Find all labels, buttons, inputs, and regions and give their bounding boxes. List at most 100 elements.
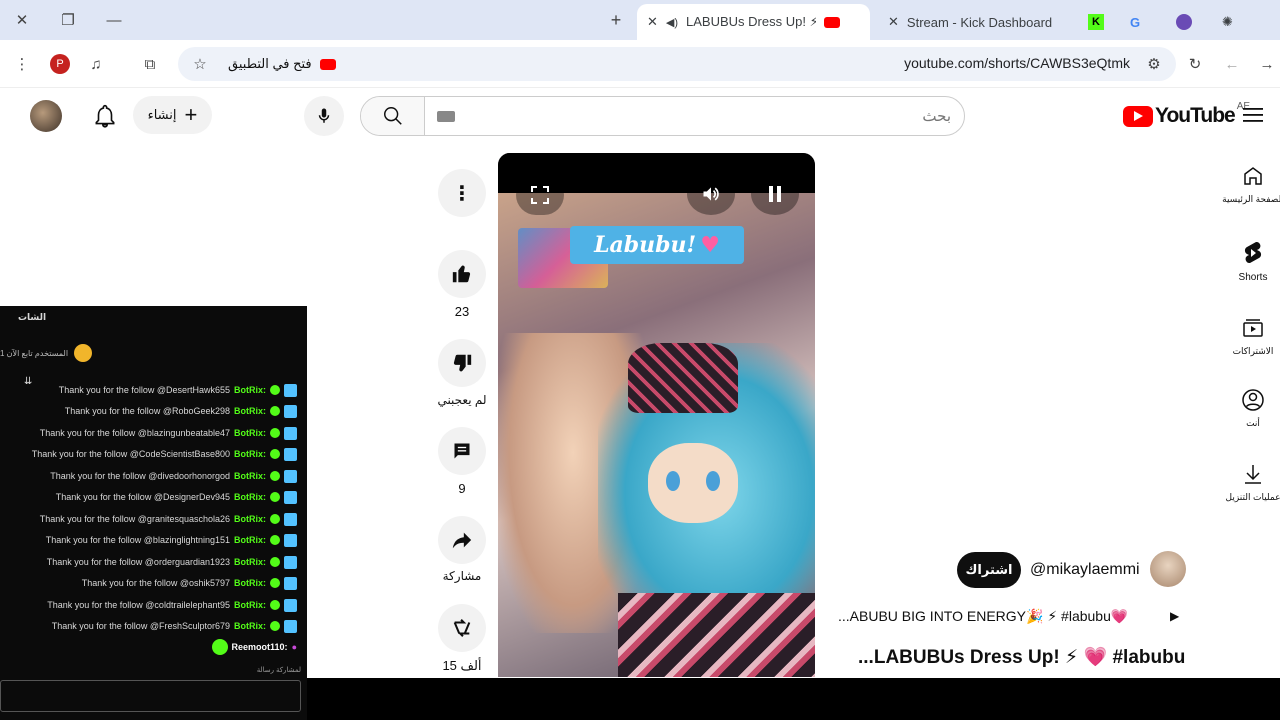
close-tab-icon[interactable]: ✕	[647, 14, 658, 30]
close-tab-icon[interactable]: ✕	[888, 14, 899, 30]
sidebar-item-downloads[interactable]: عمليات التنزيل	[1222, 462, 1280, 503]
search-button[interactable]	[361, 97, 425, 135]
comment-icon	[454, 443, 470, 459]
comments-button[interactable]	[438, 427, 486, 475]
volume-icon	[703, 187, 719, 201]
bot-badge-icon	[270, 557, 280, 567]
close-window-icon[interactable]: ✕	[10, 8, 34, 32]
reload-icon[interactable]: ↻	[1183, 52, 1207, 76]
bot-username: BotRix:	[234, 449, 266, 459]
google-icon: G	[1130, 14, 1141, 30]
profile-avatar[interactable]: P	[48, 52, 72, 76]
open-in-app-chip[interactable]: فتح في التطبيق	[228, 52, 336, 76]
sidebar-label: الاشتراكات	[1232, 346, 1274, 356]
tab-extension[interactable]	[1166, 4, 1202, 40]
forward-arrow-icon[interactable]: →	[1255, 52, 1279, 76]
chat-scroll-icon[interactable]: ⇊	[24, 376, 32, 387]
extensions-icon[interactable]: ⧉	[138, 52, 162, 76]
bot-badge-icon	[270, 600, 280, 610]
minimize-window-icon[interactable]: —	[102, 8, 126, 32]
media-control-icon[interactable]: ♫	[84, 52, 108, 76]
youtube-header: إنشاء + YouTube AE	[0, 88, 1280, 144]
bot-badge-icon	[270, 578, 280, 588]
bot-badge-icon	[270, 428, 280, 438]
video-description[interactable]: ...ABUBU BIG INTO ENERGY🎉 ⚡ #labubu💗	[838, 608, 1128, 625]
bot-username: BotRix:	[234, 471, 266, 481]
kick-chat-overlay: الشات 1 المستخدم تابع الآن ⇊ Thank you f…	[0, 306, 307, 720]
play-description-icon[interactable]: ▶	[1170, 609, 1179, 623]
url-text[interactable]: youtube.com/shorts/CAWBS3eQtmk	[904, 55, 1130, 71]
plus-icon: +	[184, 102, 198, 127]
chat-message-input[interactable]	[0, 680, 301, 712]
kick-badge-icon	[284, 469, 297, 483]
sidebar-label: أنت	[1246, 418, 1260, 428]
bot-username: BotRix:	[234, 428, 266, 438]
youtube-play-logo-icon	[1123, 105, 1153, 127]
doll-dress	[618, 593, 815, 677]
share-icon	[452, 532, 472, 549]
chat-text: Thank you for the follow @DesertHawk655	[58, 385, 230, 395]
tab-youtube-short[interactable]: ✕ ◀) LABUBUs Dress Up! ⚡ 💗	[637, 4, 870, 40]
channel-avatar[interactable]	[1150, 551, 1186, 587]
remix-button[interactable]	[438, 604, 486, 652]
hamburger-menu-icon[interactable]	[1243, 106, 1263, 129]
sidebar-item-shorts[interactable]: Shorts	[1222, 240, 1280, 283]
share-button[interactable]	[438, 516, 486, 564]
bookmark-star-icon[interactable]: ☆	[188, 52, 212, 76]
pause-icon	[769, 186, 781, 202]
pinned-follow-banner: 1 المستخدم تابع الآن	[0, 344, 93, 362]
thumbs-up-icon	[452, 265, 471, 283]
chat-text: Thank you for the follow @DesignerDev945	[55, 492, 230, 502]
thumbs-down-icon	[453, 354, 472, 372]
restore-window-icon[interactable]: ❐	[56, 8, 80, 32]
dislike-button[interactable]	[438, 339, 486, 387]
keyboard-icon[interactable]	[437, 111, 455, 122]
chat-message-user: Reemoot110: ●	[211, 639, 297, 655]
sidebar-item-home[interactable]: الصفحة الرئيسية	[1222, 164, 1280, 205]
chat-text: Thank you for the follow @orderguardian1…	[46, 557, 230, 567]
youtube-favicon	[824, 16, 841, 28]
tab-kick-favicon[interactable]: K	[1078, 4, 1114, 40]
video-title: ...LABUBUs Dress Up! ⚡ 💗 #labubu	[858, 647, 1186, 668]
sidebar-label: Shorts	[1238, 272, 1268, 283]
pause-button[interactable]	[751, 173, 799, 215]
chat-message: Thank you for the follow @orderguardian1…	[47, 554, 297, 570]
chat-text: Thank you for the follow @FreshSculptor6…	[51, 621, 230, 631]
chat-text: Thank you for the follow @oshik5797	[81, 578, 230, 588]
doll-eye-right	[706, 471, 720, 491]
chat-message: Thank you for the follow @DesertHawk655 B…	[59, 382, 297, 398]
youtube-logo[interactable]: YouTube AE	[1123, 101, 1250, 128]
create-button[interactable]: إنشاء +	[133, 96, 212, 134]
kick-badge-icon	[284, 426, 297, 440]
tab-openai[interactable]: ✺	[1212, 4, 1248, 40]
voice-search-button[interactable]	[304, 96, 344, 136]
sidebar-item-you[interactable]: أنت	[1222, 388, 1280, 429]
volume-button[interactable]	[687, 173, 735, 215]
bot-username: BotRix:	[234, 621, 266, 631]
menu-dots-icon[interactable]: ⋮	[10, 52, 34, 76]
tab-google[interactable]: G	[1120, 4, 1156, 40]
new-tab-icon[interactable]: +	[604, 8, 628, 32]
browser-tab-bar: ✕ ❐ — + ✕ ◀) LABUBUs Dress Up! ⚡ 💗 ✕ Str…	[0, 0, 1280, 40]
sidebar-label: الصفحة الرئيسية	[1222, 194, 1280, 204]
sidebar-item-subscriptions[interactable]: الاشتراكات	[1222, 316, 1280, 357]
audio-playing-icon[interactable]: ◀)	[666, 16, 678, 29]
shorts-video-player[interactable]: Labubu! ♥	[498, 153, 815, 677]
channel-name[interactable]: @mikaylaemmi	[1030, 561, 1140, 579]
fullscreen-button[interactable]	[516, 175, 564, 215]
like-button[interactable]	[438, 250, 486, 298]
back-arrow-icon[interactable]: ←	[1220, 52, 1244, 76]
kick-badge-icon	[284, 598, 297, 612]
search-input[interactable]	[465, 101, 951, 131]
subscribe-button[interactable]: اشتراك	[957, 552, 1021, 588]
address-bar[interactable]: ☆ فتح في التطبيق youtube.com/shorts/CAWB…	[178, 47, 1176, 81]
user-avatar[interactable]	[30, 100, 62, 132]
notifications-bell-icon[interactable]	[92, 102, 118, 135]
chat-message: Thank you for the follow @coldtraileleph…	[47, 597, 297, 613]
sidebar-label: عمليات التنزيل	[1225, 492, 1280, 502]
search-icon	[383, 107, 402, 125]
shorts-icon	[1244, 241, 1262, 264]
more-options-button[interactable]: ⋮	[438, 169, 486, 217]
tab-kick-dashboard[interactable]: ✕ Stream - Kick Dashboard	[878, 4, 1068, 40]
site-settings-icon[interactable]: ⚙	[1142, 52, 1166, 76]
